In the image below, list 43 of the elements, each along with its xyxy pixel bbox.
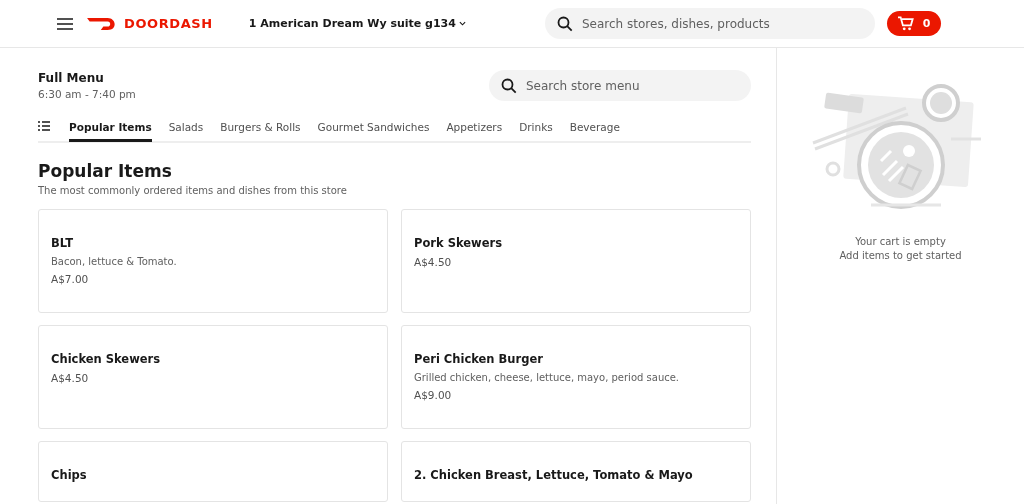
- category-tab[interactable]: Beverage: [569, 112, 620, 142]
- caret-icon: [458, 21, 466, 26]
- item-price: A$4.50: [51, 372, 90, 384]
- menu-icon[interactable]: [57, 17, 73, 30]
- menu-item-card[interactable]: Chicken Skewers A$4.50: [38, 325, 388, 429]
- search-icon: [501, 78, 517, 94]
- cart-button[interactable]: 0: [887, 11, 941, 36]
- item-description: Grilled chicken, cheese, lettuce, mayo, period sauce.: [414, 372, 681, 383]
- menu-item-card[interactable]: Chips: [38, 441, 388, 502]
- section-subtitle: The most commonly ordered items and dishes from this store: [38, 185, 348, 196]
- category-tab[interactable]: Burgers & Rolls: [220, 112, 301, 142]
- item-name: 2. Chicken Breast, Lettuce, Tomato & Mayo: [414, 468, 694, 482]
- menu-item-card[interactable]: 2. Chicken Breast, Lettuce, Tomato & Mayo: [401, 441, 751, 502]
- section-title: Popular Items: [38, 161, 173, 181]
- list-icon[interactable]: [38, 121, 50, 131]
- category-tab[interactable]: Appetizers: [446, 112, 503, 142]
- cart-icon: [897, 16, 914, 31]
- menu-item-card[interactable]: Pork Skewers A$4.50: [401, 209, 751, 313]
- search-field[interactable]: Search stores, dishes, products: [545, 8, 875, 39]
- menu-hours: 6:30 am - 7:40 pm: [38, 88, 136, 100]
- menu-title: Full Menu: [38, 71, 105, 85]
- logo-text[interactable]: DOORDASH: [124, 16, 213, 31]
- empty-cart-hint: Add items to get started: [839, 249, 962, 263]
- item-description: Bacon, lettuce & Tomato.: [51, 256, 178, 267]
- logo-icon[interactable]: [87, 17, 118, 30]
- item-name: Chips: [51, 468, 88, 482]
- search-field[interactable]: Search store menu: [489, 70, 751, 101]
- item-price: A$7.00: [51, 273, 90, 285]
- item-name: Chicken Skewers: [51, 352, 162, 366]
- empty-cart-title: Your cart is empty: [855, 235, 946, 249]
- item-price: A$9.00: [414, 389, 453, 401]
- category-tab[interactable]: Popular Items: [69, 112, 152, 142]
- search-icon: [557, 16, 573, 32]
- item-price: A$4.50: [414, 256, 453, 268]
- address-dropdown[interactable]: 1 American Dream Wy suite g134: [248, 17, 466, 30]
- category-tab[interactable]: Salads: [168, 112, 204, 142]
- menu-item-card[interactable]: Peri Chicken Burger Grilled chicken, cheese, lettuce, mayo, period sauce. A$9.00: [401, 325, 751, 429]
- item-name: Pork Skewers: [414, 236, 503, 250]
- menu-item-card[interactable]: BLT Bacon, lettuce & Tomato. A$7.00: [38, 209, 388, 313]
- item-name: BLT: [51, 236, 75, 250]
- item-name: Peri Chicken Burger: [414, 352, 544, 366]
- category-tab[interactable]: Gourmet Sandwiches: [317, 112, 430, 142]
- category-tab[interactable]: Drinks: [519, 112, 553, 142]
